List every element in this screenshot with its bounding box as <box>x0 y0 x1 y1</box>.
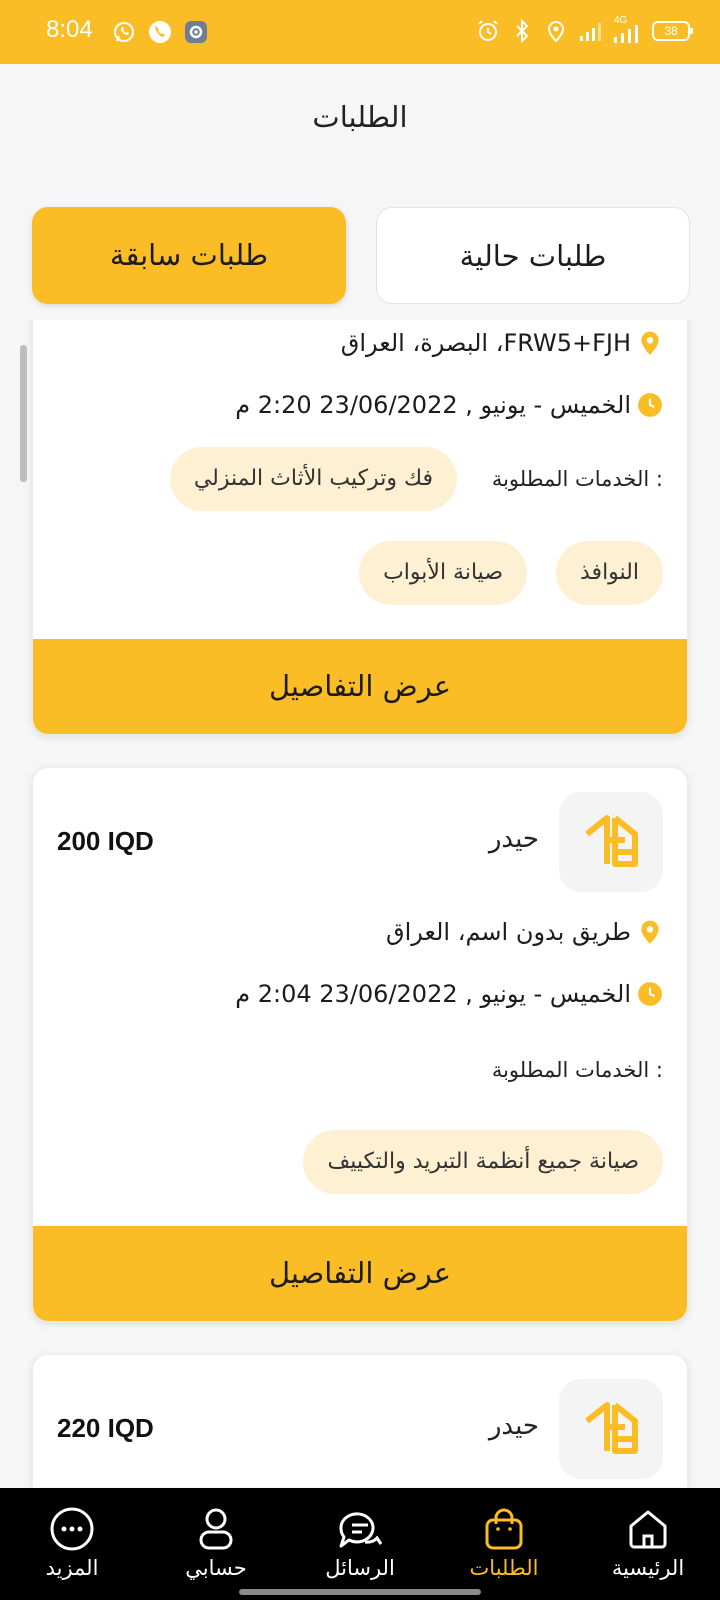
tab-past-orders[interactable]: طلبات سابقة <box>32 207 346 304</box>
order-address: طريق بدون اسم، العراق <box>385 918 631 946</box>
status-time: 8:04 <box>46 16 93 43</box>
nav-label: الرسائل <box>325 1556 395 1580</box>
services-label: الخدمات المطلوبة : <box>491 1058 663 1082</box>
nav-item-orders[interactable]: الطلبات <box>432 1488 576 1600</box>
order-card: حيدر 220 IQD <box>32 1354 688 1487</box>
order-address-row: طريق بدون اسم، العراق <box>386 918 663 946</box>
order-address-row: البصرة، العراق ،FRW5+FJH <box>341 329 663 357</box>
provider-name: حيدر <box>488 1411 539 1441</box>
order-date: الخميس - يونيو , 23/06/2022 2:20 م <box>235 391 631 419</box>
nav-label: المزيد <box>45 1556 99 1580</box>
order-date-row: الخميس - يونيو , 23/06/2022 2:04 م <box>235 980 663 1008</box>
provider-name: حيدر <box>488 824 539 854</box>
scrollbar[interactable] <box>20 345 27 482</box>
order-price: 200 IQD <box>57 826 154 856</box>
settings-badge-icon <box>185 21 207 43</box>
home-gesture-bar[interactable] <box>239 1589 481 1595</box>
whatsapp-icon <box>114 22 134 42</box>
nav-item-home[interactable]: الرئيسية <box>576 1488 720 1600</box>
orders-list[interactable]: البصرة، العراق ،FRW5+FJH الخميس - يونيو … <box>0 320 720 1487</box>
order-date: الخميس - يونيو , 23/06/2022 2:04 م <box>235 980 631 1008</box>
view-details-button[interactable]: عرض التفاصيل <box>33 1226 687 1321</box>
home-icon <box>629 1510 667 1549</box>
view-details-button[interactable]: عرض التفاصيل <box>33 639 687 734</box>
location-pin-icon <box>641 331 659 355</box>
more-icon <box>50 1507 94 1551</box>
service-chip: صيانة جميع أنظمة التبريد والتكييف <box>303 1130 663 1194</box>
bottom-navigation: الرئيسية الطلبات الرسائل حسابي المزيد <box>0 1488 720 1600</box>
nav-label: الرئيسية <box>611 1556 685 1580</box>
bluetooth-icon <box>516 19 529 43</box>
nav-label: الطلبات <box>469 1556 539 1580</box>
alarm-icon <box>478 20 498 41</box>
provider-logo <box>559 792 663 892</box>
clock-icon <box>638 982 662 1006</box>
order-price: 220 IQD <box>57 1413 154 1443</box>
nav-item-messages[interactable]: الرسائل <box>288 1488 432 1600</box>
service-chip: النوافذ <box>556 541 663 605</box>
bag-icon <box>485 1508 523 1550</box>
battery-icon: 38 <box>652 21 693 41</box>
phone-icon <box>149 21 171 43</box>
network-4g-icon: 4G <box>612 15 642 43</box>
order-address: البصرة، العراق ،FRW5+FJH <box>340 329 631 357</box>
services-label: الخدمات المطلوبة : <box>491 467 663 491</box>
nav-label: حسابي <box>185 1556 247 1580</box>
status-bar: 8:04 4G 38 <box>0 0 720 64</box>
tab-current-orders[interactable]: طلبات حالية <box>376 207 690 304</box>
house-logo-icon <box>585 815 638 867</box>
system-icons: 4G 38 <box>476 15 693 43</box>
notification-icons <box>112 20 208 44</box>
order-date-row: الخميس - يونيو , 23/06/2022 2:20 م <box>235 391 663 419</box>
signal-icon <box>580 23 601 41</box>
nav-item-more[interactable]: المزيد <box>0 1488 144 1600</box>
service-chip: صيانة الأبواب <box>359 541 527 605</box>
provider-logo <box>559 1379 663 1479</box>
house-logo-icon <box>585 1402 638 1454</box>
chat-icon <box>339 1512 383 1548</box>
nav-item-account[interactable]: حسابي <box>144 1488 288 1600</box>
order-card: حيدر 200 IQD طريق بدون اسم، العراق الخمي… <box>32 767 688 1322</box>
clock-icon <box>638 393 662 417</box>
location-icon <box>547 21 565 43</box>
user-icon <box>199 1508 233 1550</box>
page-title: الطلبات <box>312 100 408 134</box>
service-chip: فك وتركيب الأثاث المنزلي <box>169 447 457 511</box>
location-pin-icon <box>641 920 659 944</box>
order-card: البصرة، العراق ،FRW5+FJH الخميس - يونيو … <box>32 320 688 735</box>
